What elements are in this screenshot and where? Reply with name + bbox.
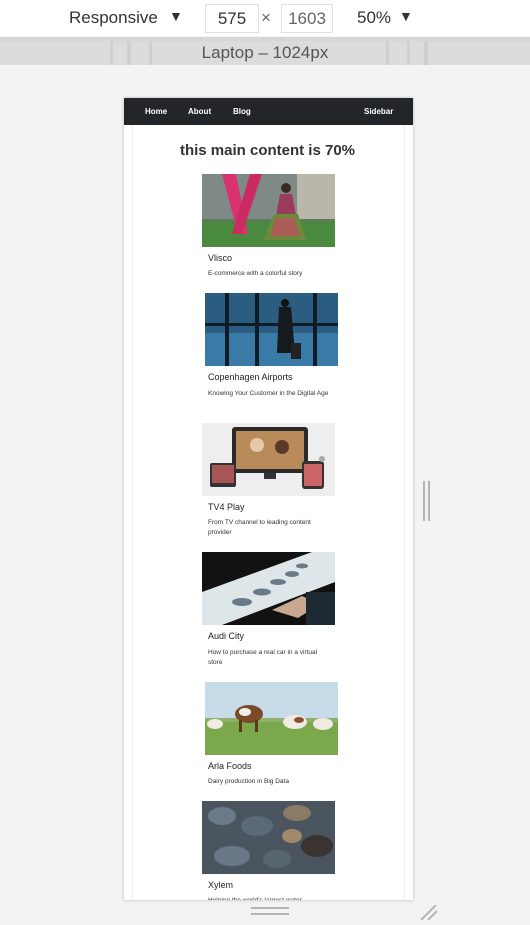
card-title[interactable]: Vlisco: [208, 253, 232, 263]
card-title[interactable]: Xylem: [208, 880, 233, 890]
card-description: Knowing Your Customer in the Digital Age: [208, 390, 329, 397]
card-title[interactable]: Copenhagen Airports: [208, 372, 293, 382]
column-divider: [132, 125, 133, 900]
device-toolbar: Responsive ▼ 575 × 1603 50% ▼: [0, 0, 530, 36]
media-query-label: Laptop – 1024px: [201, 43, 329, 62]
viewport-width-input[interactable]: 575: [205, 4, 259, 33]
card-description: Helping the world's largest water: [208, 896, 333, 900]
card-title[interactable]: TV4 Play: [208, 502, 245, 512]
column-divider: [404, 125, 405, 900]
card-description: How to purchase a real car in a virtual …: [208, 649, 318, 666]
copenhagen-airports-image[interactable]: [205, 293, 338, 366]
site-navbar: Home About Blog Sidebar: [124, 98, 413, 125]
dimension-separator: ×: [261, 8, 271, 27]
chevron-down-icon[interactable]: ▼: [399, 8, 413, 24]
card-description: Dairy production in Big Data: [208, 778, 289, 785]
media-query-bar[interactable]: Laptop – 1024px: [0, 41, 530, 65]
card-title[interactable]: Audi City: [208, 631, 244, 641]
card-description: E-commerce with a colorful story: [208, 270, 303, 277]
card-title[interactable]: Arla Foods: [208, 761, 252, 771]
viewport-height-input[interactable]: 1603: [281, 4, 333, 33]
resize-handle-right[interactable]: [421, 481, 433, 521]
nav-link-sidebar[interactable]: Sidebar: [364, 107, 393, 116]
nav-link-about[interactable]: About: [188, 107, 211, 116]
arla-foods-image[interactable]: [205, 682, 338, 755]
device-mode-select[interactable]: Responsive: [69, 8, 158, 28]
tv4-play-image[interactable]: [202, 423, 335, 496]
page-title: this main content is 70%: [179, 142, 356, 159]
nav-link-blog[interactable]: Blog: [233, 107, 251, 116]
vlisco-image[interactable]: [202, 174, 335, 247]
resize-corner-icon[interactable]: [419, 904, 439, 921]
nav-link-home[interactable]: Home: [145, 107, 167, 116]
card-description: From TV channel to leading content provi…: [208, 519, 311, 536]
zoom-select[interactable]: 50%: [357, 8, 391, 28]
audi-city-image[interactable]: [202, 552, 335, 625]
resize-handle-bottom[interactable]: [251, 907, 289, 917]
chevron-down-icon[interactable]: ▼: [169, 8, 183, 24]
xylem-image[interactable]: [202, 801, 335, 874]
